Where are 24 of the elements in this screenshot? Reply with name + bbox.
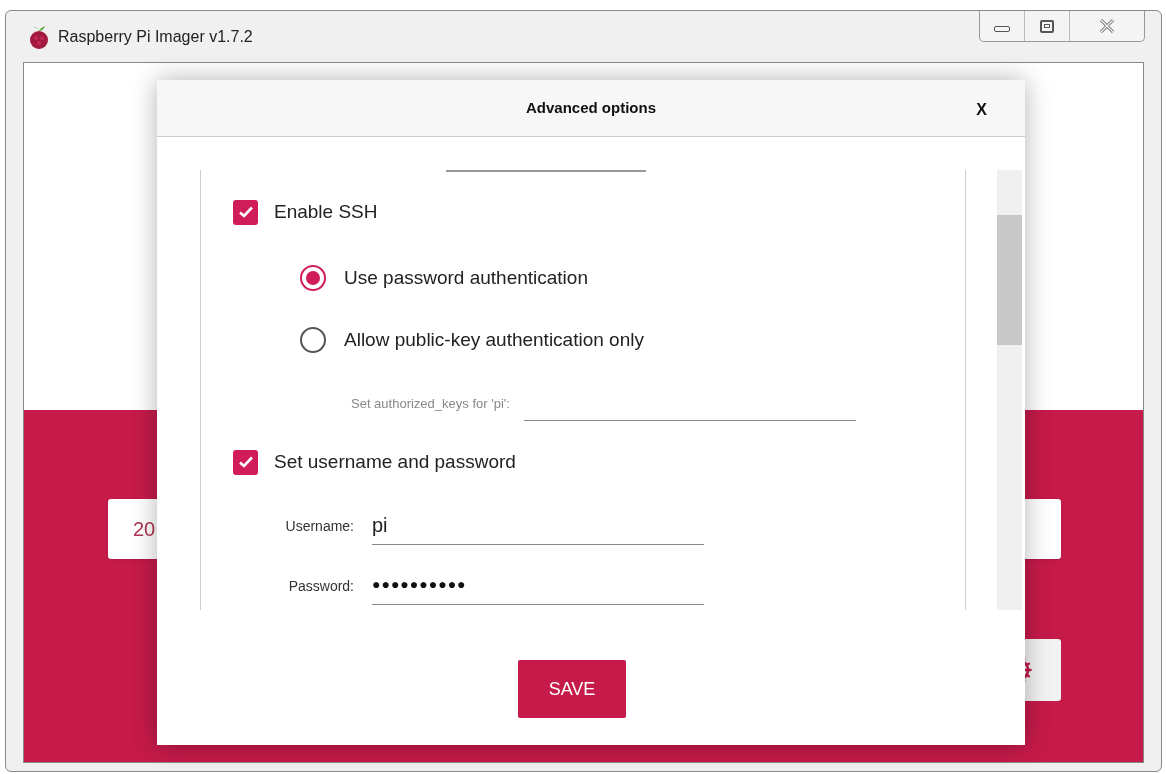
check-icon — [237, 455, 254, 469]
save-button[interactable]: SAVE — [518, 660, 626, 718]
checkbox-label: Enable SSH — [274, 199, 378, 224]
username-field[interactable]: pi — [372, 505, 704, 545]
checkbox[interactable] — [233, 449, 258, 475]
minimize-icon — [994, 26, 1010, 32]
radio-button[interactable] — [300, 265, 326, 291]
dialog-title: Advanced options — [526, 97, 656, 118]
radio-button[interactable] — [300, 327, 326, 353]
field-label: Set authorized_keys for 'pi': — [351, 394, 510, 413]
radio-label: Allow public-key authentication only — [344, 327, 644, 352]
radio-label: Use password authentication — [344, 265, 588, 290]
field-label: Username: — [284, 517, 355, 536]
checkbox-label: Set username and password — [274, 449, 516, 474]
raspberry-icon — [28, 23, 50, 50]
close-button[interactable]: X — [976, 98, 987, 122]
window-title: Raspberry Pi Imager v1.7.2 — [58, 26, 253, 47]
scrollbar[interactable] — [997, 170, 1022, 610]
field-label: Password: — [287, 577, 355, 596]
maximize-icon — [1040, 19, 1054, 33]
close-icon — [1099, 19, 1115, 33]
check-icon — [237, 205, 254, 219]
password-field[interactable]: ●●●●●●●●●● — [372, 565, 704, 605]
checkbox[interactable] — [233, 199, 258, 225]
